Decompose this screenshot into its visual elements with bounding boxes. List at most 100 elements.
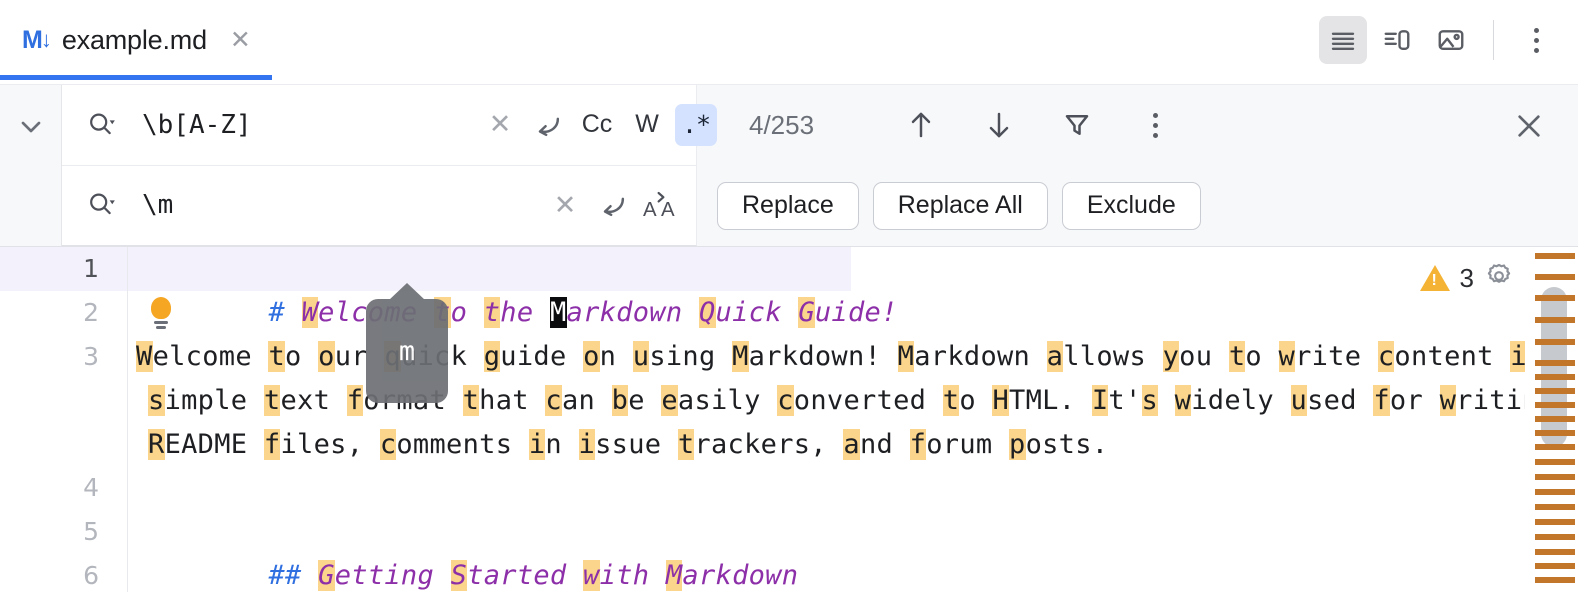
- filter-icon[interactable]: [1051, 99, 1103, 151]
- code-editor[interactable]: 1 2 3 4 5 6 # Welcome to the Markdown Qu…: [0, 247, 1578, 592]
- code-text: e: [628, 385, 662, 416]
- next-match-icon[interactable]: [973, 99, 1025, 151]
- exclude-button[interactable]: Exclude: [1061, 181, 1201, 230]
- replace-input[interactable]: [142, 190, 544, 221]
- current-match-highlight: M: [549, 297, 567, 328]
- scrollbar-match-marker: [1535, 416, 1575, 422]
- search-tools: ✕ Cc W .*: [479, 103, 717, 146]
- match-highlight: a: [1046, 341, 1064, 372]
- match-highlight: I: [1091, 385, 1109, 416]
- match-highlight: G: [318, 560, 335, 591]
- toggle-replace-chevron-down-icon[interactable]: [0, 85, 62, 246]
- tooltip-arrow: [389, 283, 425, 300]
- gear-icon[interactable]: [1484, 261, 1514, 296]
- clear-search-icon[interactable]: ✕: [479, 104, 521, 146]
- l5-w4: arkdown: [682, 560, 799, 591]
- match-counter: 4/253: [749, 109, 815, 140]
- scrollbar-match-marker: [1535, 474, 1575, 480]
- l1-w2: o: [450, 297, 484, 328]
- code-text: onverted: [793, 385, 943, 416]
- scrollbar-match-marker: [1535, 534, 1575, 540]
- match-highlight: i: [578, 429, 596, 460]
- code-text: rackers,: [694, 429, 844, 460]
- scrollbar-match-marker: [1535, 489, 1575, 495]
- file-tab-example-md[interactable]: M ↓ example.md ✕: [0, 0, 273, 80]
- preview-image-icon[interactable]: [1427, 16, 1475, 64]
- close-tab-icon[interactable]: ✕: [230, 27, 251, 53]
- code-text: EADME: [164, 429, 264, 460]
- markdown-icon-letter: M: [22, 25, 43, 54]
- lightbulb-icon[interactable]: [148, 297, 174, 331]
- tab-bar-actions: [1319, 0, 1578, 80]
- match-highlight: t: [268, 341, 286, 372]
- code-text: n: [599, 341, 633, 372]
- match-highlight: e: [661, 385, 678, 416]
- clear-replace-icon[interactable]: ✕: [544, 184, 586, 226]
- scrollbar-match-marker: [1535, 295, 1575, 301]
- search-history-icon[interactable]: [527, 104, 569, 146]
- replace-row: ✕ A A: [62, 165, 697, 246]
- match-highlight: i: [528, 429, 546, 460]
- code-text: idely: [1191, 385, 1291, 416]
- match-highlight: b: [611, 385, 629, 416]
- code-content[interactable]: # Welcome to the Markdown Quick Guide! W…: [128, 247, 1578, 592]
- more-options-icon[interactable]: [1512, 16, 1560, 64]
- match-highlight: w: [583, 560, 600, 591]
- match-highlight: S: [450, 560, 468, 591]
- l5-w2: tarted: [467, 560, 584, 591]
- scrollbar-match-marker: [1535, 504, 1575, 510]
- split-view-icon[interactable]: [1373, 16, 1421, 64]
- previous-match-icon[interactable]: [895, 99, 947, 151]
- match-highlight: p: [1009, 429, 1026, 460]
- scrollbar-match-marker: [1535, 519, 1575, 525]
- match-highlight: c: [379, 429, 397, 460]
- match-highlight: t: [1228, 341, 1246, 372]
- match-highlight: s: [148, 385, 165, 416]
- l1-w4: arkdown: [566, 297, 699, 328]
- match-highlight: u: [1290, 385, 1308, 416]
- code-text: orum: [926, 429, 1009, 460]
- editor-only-view-icon[interactable]: [1319, 16, 1367, 64]
- code-line-3-row-1: Welcome to our quick guide on using Mark…: [136, 335, 1577, 379]
- l5-w3: ith: [599, 560, 666, 591]
- replace-history-icon[interactable]: [592, 184, 634, 226]
- scrollbar-thumb[interactable]: [1541, 287, 1567, 447]
- l1-w6: uide!: [814, 297, 898, 328]
- search-icon[interactable]: [86, 110, 116, 140]
- scrollbar-match-marker: [1535, 274, 1575, 280]
- match-highlight: c: [1377, 341, 1395, 372]
- l1-w5: uick: [715, 297, 799, 328]
- code-text: an: [561, 385, 612, 416]
- line-number-3: 3: [83, 342, 99, 371]
- search-input[interactable]: [142, 109, 479, 140]
- search-row: ✕ Cc W .*: [62, 85, 717, 166]
- match-highlight: f: [1373, 385, 1390, 416]
- match-highlight: R: [148, 429, 165, 460]
- replace-tools: ✕ A A: [544, 184, 682, 226]
- active-tab-underline: [0, 75, 272, 80]
- replace-all-button[interactable]: Replace All: [872, 181, 1048, 230]
- inspections-widget[interactable]: 3: [1407, 255, 1526, 301]
- find-replace-panel: ✕ Cc W .*: [0, 85, 1578, 247]
- replace-preview-tooltip: m: [366, 283, 448, 403]
- heading-marker-1: #: [268, 297, 286, 328]
- code-text: elcome: [152, 341, 269, 372]
- match-highlight: f: [346, 385, 364, 416]
- close-find-panel-icon[interactable]: [1504, 101, 1554, 151]
- match-highlight: u: [632, 341, 650, 372]
- scrollbar-match-marker: [1535, 360, 1575, 366]
- code-text: hat: [479, 385, 546, 416]
- code-text: sed: [1307, 385, 1374, 416]
- scrollbar-match-marker: [1535, 444, 1575, 450]
- code-text: nd: [859, 429, 910, 460]
- preserve-case-icon[interactable]: A A: [640, 184, 682, 226]
- line-number-5: 5: [83, 517, 99, 546]
- words-toggle[interactable]: W: [625, 104, 669, 146]
- marker-scrollbar[interactable]: [1525, 247, 1578, 592]
- match-highlight: t: [677, 429, 695, 460]
- replace-button[interactable]: Replace: [717, 181, 859, 230]
- match-case-toggle[interactable]: Cc: [575, 104, 619, 146]
- replace-search-icon[interactable]: [86, 190, 116, 220]
- find-more-options-icon[interactable]: [1129, 99, 1181, 151]
- match-highlight: f: [263, 429, 281, 460]
